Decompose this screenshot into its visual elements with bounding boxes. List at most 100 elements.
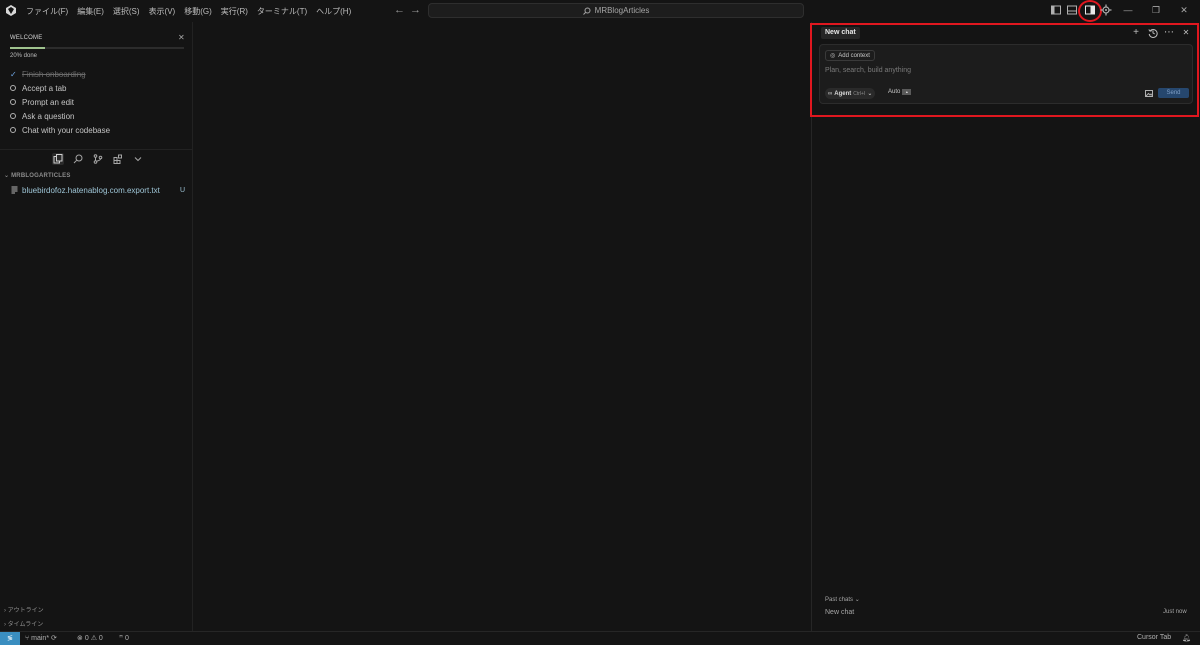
past-chats-header[interactable]: Past chats ⌄ [825, 596, 860, 603]
sidebar-divider [0, 149, 193, 150]
editor-area[interactable] [193, 22, 810, 631]
branch-status[interactable]: ⑂ main* ⟳ [25, 634, 57, 642]
onboarding-progress-bar [10, 47, 184, 49]
menu-edit[interactable]: 編集(E) [77, 6, 110, 17]
remote-connection-icon[interactable]: ≶ [0, 632, 20, 645]
menu-go[interactable]: 移動(G) [184, 6, 218, 17]
explorer-section-title: MRBLOGARTICLES [11, 173, 71, 179]
infinity-icon: ∞ [828, 90, 833, 97]
untracked-badge: U [179, 186, 185, 194]
checklist-item-accept-tab[interactable]: Accept a tab [10, 81, 110, 95]
settings-gear-icon[interactable] [1100, 4, 1112, 16]
timeline-section-header[interactable]: › タイムライン [4, 619, 43, 628]
agent-shortcut: Ctrl+I [853, 90, 866, 97]
ports-count: 0 [125, 635, 129, 642]
title-bar: ファイル(F) 編集(E) 選択(S) 表示(V) 移動(G) 実行(R) ター… [0, 0, 1200, 22]
ports-icon: ꟸ [119, 635, 124, 642]
check-icon: ✓ [10, 69, 17, 79]
forward-arrow-icon[interactable]: → [410, 4, 421, 16]
circle-icon [10, 127, 16, 133]
new-chat-plus-icon[interactable]: + [1131, 28, 1141, 38]
past-chats-label: Past chats [825, 597, 854, 603]
past-chat-item[interactable]: New chat [825, 609, 854, 616]
explorer-files-icon[interactable] [52, 153, 64, 165]
minimize-icon[interactable]: — [1122, 4, 1134, 16]
explorer-section-header[interactable]: ⌄ MRBLOGARTICLES [4, 172, 71, 179]
checklist-label: Prompt an edit [22, 97, 75, 107]
search-box-text: MRBlogArticles [594, 6, 650, 15]
onboarding-progress-fill [10, 47, 45, 49]
chevron-right-icon: › [4, 622, 6, 628]
onboarding-checklist: ✓ Finish onboarding Accept a tab Prompt … [10, 67, 110, 137]
close-chat-icon[interactable]: ✕ [1181, 28, 1191, 38]
extensions-icon[interactable] [112, 153, 124, 165]
cursor-logo-icon [6, 5, 16, 16]
command-search-box[interactable]: MRBlogArticles [428, 3, 804, 18]
checklist-item-chat-codebase[interactable]: Chat with your codebase [10, 123, 110, 137]
checklist-label: Finish onboarding [22, 69, 86, 79]
past-chat-time: Just now [1163, 609, 1187, 615]
file-tree-item[interactable]: bluebirdofoz.hatenablog.com.export.txt U [11, 184, 189, 196]
history-icon[interactable] [1148, 28, 1158, 38]
activity-bar [52, 153, 144, 165]
text-file-icon [11, 186, 18, 194]
chevron-down-icon[interactable] [132, 153, 144, 165]
circle-icon [10, 113, 16, 119]
ports-status[interactable]: ꟸ 0 [119, 634, 129, 642]
status-bar: ≶ ⑂ main* ⟳ ⊗ 0 ⚠ 0 ꟸ 0 Cursor Tab 🔔︎ [0, 631, 1200, 645]
model-selector[interactable]: Auto ▴ [888, 89, 912, 95]
chevron-down-icon: ⌄ [867, 91, 873, 97]
add-context-button[interactable]: ◎ Add context [825, 50, 875, 61]
error-icon: ⊗ [77, 635, 83, 642]
problems-status[interactable]: ⊗ 0 ⚠ 0 [77, 634, 103, 642]
menu-bar: ファイル(F) 編集(E) 選択(S) 表示(V) 移動(G) 実行(R) ター… [26, 0, 360, 22]
menu-terminal[interactable]: ターミナル(T) [257, 6, 313, 17]
chevron-down-icon: ⌄ [854, 597, 860, 603]
chat-tab-new-chat[interactable]: New chat [821, 27, 860, 39]
progress-text: 20% done [10, 53, 38, 59]
circle-icon [10, 85, 16, 91]
file-name: bluebirdofoz.hatenablog.com.export.txt [22, 185, 160, 195]
menu-file[interactable]: ファイル(F) [26, 6, 74, 17]
source-control-icon[interactable] [92, 153, 104, 165]
primary-sidebar: WELCOME ✕ 20% done ✓ Finish onboarding A… [0, 22, 193, 631]
send-button[interactable]: Send [1158, 88, 1189, 98]
warning-icon: ⚠ [90, 635, 97, 642]
welcome-close-icon[interactable]: ✕ [178, 33, 185, 42]
at-sign-icon: ◎ [830, 53, 836, 59]
more-options-icon[interactable]: ⋯ [1164, 28, 1174, 38]
search-icon[interactable] [72, 153, 84, 165]
cursor-tab-status[interactable]: Cursor Tab [1137, 634, 1171, 641]
checklist-label: Ask a question [22, 111, 75, 121]
chat-input-box[interactable]: ◎ Add context Plan, search, build anythi… [819, 44, 1193, 104]
notifications-bell-icon[interactable]: 🔔︎ [1182, 634, 1191, 642]
agent-mode-selector[interactable]: ∞ Agent Ctrl+I ⌄ [825, 88, 876, 99]
chevron-right-icon: › [4, 608, 6, 614]
circle-icon [10, 99, 16, 105]
sync-icon: ⟳ [51, 635, 57, 642]
toggle-panel-icon[interactable] [1066, 4, 1078, 16]
error-count: 0 [84, 635, 89, 642]
checklist-item-prompt-edit[interactable]: Prompt an edit [10, 95, 110, 109]
add-context-label: Add context [838, 52, 870, 59]
chat-input-placeholder[interactable]: Plan, search, build anything [825, 67, 911, 74]
checklist-label: Accept a tab [22, 83, 67, 93]
menu-selection[interactable]: 選択(S) [113, 6, 146, 17]
outline-section-header[interactable]: › アウトライン [4, 605, 44, 614]
branch-name: main* [31, 635, 50, 642]
agent-label: Agent [834, 90, 852, 97]
close-window-icon[interactable]: ✕ [1178, 4, 1190, 16]
outline-label: アウトライン [7, 608, 44, 614]
back-arrow-icon[interactable]: ← [394, 4, 405, 16]
restore-icon[interactable]: ❐ [1150, 4, 1162, 16]
toggle-primary-sidebar-icon[interactable] [1050, 4, 1062, 16]
timeline-label: タイムライン [7, 622, 44, 628]
chevron-down-icon: ⌄ [4, 173, 10, 179]
model-label: Auto [888, 89, 901, 95]
menu-view[interactable]: 表示(V) [149, 6, 182, 17]
menu-help[interactable]: ヘルプ(H) [316, 6, 357, 17]
menu-run[interactable]: 実行(R) [221, 6, 254, 17]
checklist-item-ask-question[interactable]: Ask a question [10, 109, 110, 123]
image-upload-icon[interactable] [1145, 90, 1153, 97]
checklist-item-finish-onboarding[interactable]: ✓ Finish onboarding [10, 67, 110, 81]
